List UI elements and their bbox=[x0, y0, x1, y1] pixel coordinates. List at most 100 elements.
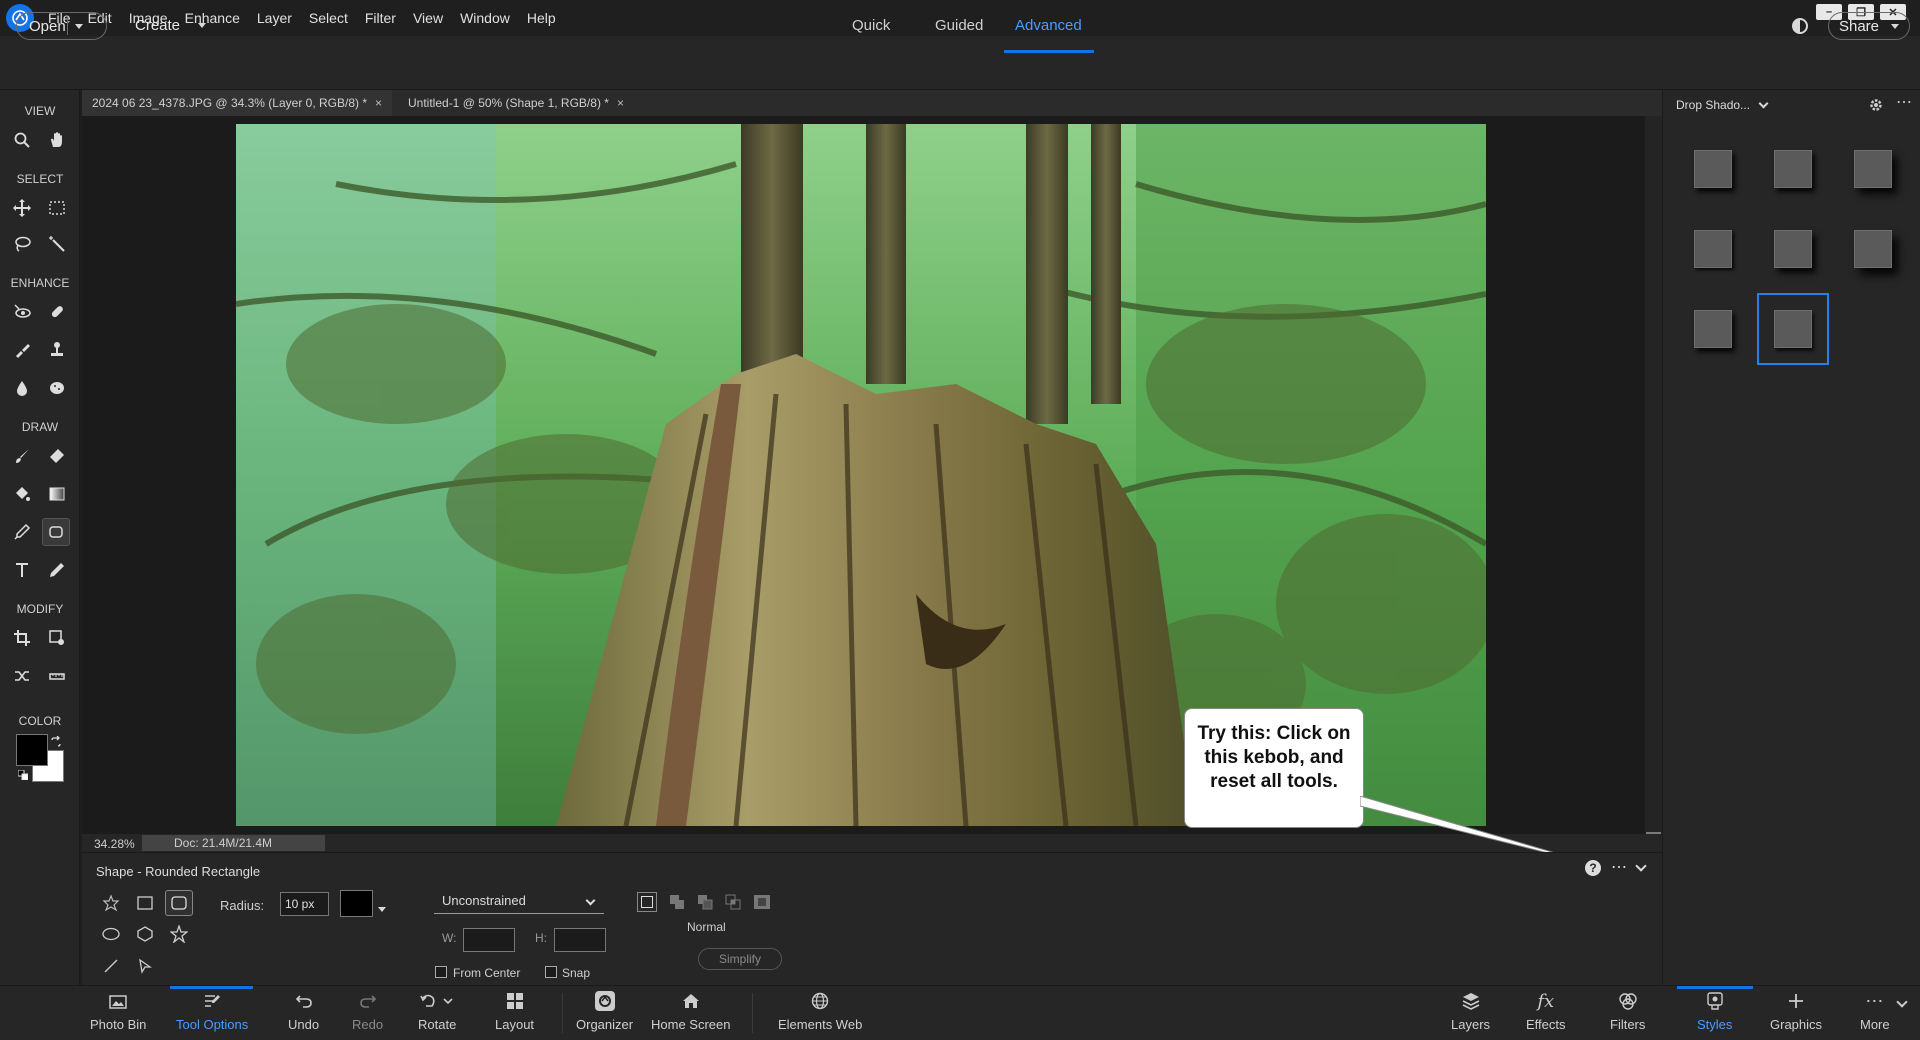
sponge-icon[interactable] bbox=[43, 374, 71, 402]
filters-button[interactable]: Filters bbox=[1610, 990, 1645, 1032]
shape-selection-icon[interactable] bbox=[134, 955, 156, 977]
paint-bucket-icon[interactable] bbox=[8, 480, 36, 508]
create-button[interactable]: Create bbox=[135, 17, 207, 34]
move-icon[interactable] bbox=[8, 194, 36, 222]
add-shape-icon[interactable] bbox=[669, 894, 685, 910]
home-screen-button[interactable]: Home Screen bbox=[651, 990, 730, 1032]
layout-button[interactable]: Layout bbox=[495, 990, 534, 1032]
marquee-icon[interactable] bbox=[43, 194, 71, 222]
redo-button[interactable]: Redo bbox=[352, 990, 383, 1032]
menu-view[interactable]: View bbox=[413, 10, 443, 26]
new-shape-layer-icon[interactable] bbox=[637, 892, 657, 912]
menu-help[interactable]: Help bbox=[527, 10, 556, 26]
zoom-readout[interactable]: 34.28% bbox=[94, 837, 135, 851]
swap-colors-icon[interactable] bbox=[50, 736, 62, 748]
star-shape-icon[interactable] bbox=[168, 923, 190, 945]
shape-tool-icon[interactable] bbox=[42, 518, 70, 546]
radius-input[interactable]: 10 px bbox=[280, 892, 329, 916]
simplify-button[interactable]: Simplify bbox=[698, 948, 782, 970]
panel-menu-icon[interactable]: ⋯ bbox=[1896, 95, 1912, 111]
close-icon[interactable]: × bbox=[617, 96, 624, 110]
blur-icon[interactable] bbox=[8, 374, 36, 402]
kebab-menu-icon[interactable]: ⋯ bbox=[1611, 860, 1627, 876]
elements-web-button[interactable]: Elements Web bbox=[778, 990, 862, 1032]
tool-options-button[interactable]: Tool Options bbox=[176, 990, 248, 1032]
chevron-down-icon[interactable] bbox=[378, 907, 386, 912]
spot-healing-icon[interactable] bbox=[43, 298, 71, 326]
undo-button[interactable]: Undo bbox=[288, 990, 319, 1032]
menu-filter[interactable]: Filter bbox=[365, 10, 396, 26]
share-button[interactable]: Share bbox=[1828, 12, 1910, 40]
style-category-dropdown[interactable]: Drop Shado... bbox=[1676, 98, 1769, 112]
style-swatch[interactable] bbox=[1758, 134, 1828, 204]
menu-layer[interactable]: Layer bbox=[257, 10, 292, 26]
help-icon[interactable]: ? bbox=[1585, 860, 1601, 876]
tab-quick[interactable]: Quick bbox=[852, 17, 890, 34]
style-swatch-selected[interactable] bbox=[1757, 293, 1829, 365]
magic-wand-icon[interactable] bbox=[43, 230, 71, 258]
rounded-rectangle-shape-icon[interactable] bbox=[165, 890, 193, 916]
styles-button[interactable]: Styles bbox=[1697, 990, 1732, 1032]
style-swatch[interactable] bbox=[1678, 294, 1748, 364]
close-icon[interactable]: × bbox=[375, 96, 382, 110]
style-swatch[interactable] bbox=[1838, 134, 1908, 204]
menu-select[interactable]: Select bbox=[309, 10, 348, 26]
straighten-icon[interactable] bbox=[43, 662, 71, 690]
line-shape-icon[interactable] bbox=[100, 955, 122, 977]
ellipse-shape-icon[interactable] bbox=[100, 923, 122, 945]
rectangle-shape-icon[interactable] bbox=[134, 892, 156, 914]
shape-color-swatch[interactable] bbox=[340, 890, 373, 917]
eraser-icon[interactable] bbox=[43, 442, 71, 470]
gradient-icon[interactable] bbox=[43, 480, 71, 508]
collapse-chevron-icon[interactable] bbox=[1635, 860, 1647, 872]
polygon-shape-icon[interactable] bbox=[134, 923, 156, 945]
hand-icon[interactable] bbox=[43, 126, 71, 154]
intersect-shape-icon[interactable] bbox=[725, 894, 741, 910]
style-swatch[interactable] bbox=[1758, 214, 1828, 284]
style-swatch[interactable] bbox=[1838, 214, 1908, 284]
foreground-color-swatch[interactable] bbox=[16, 734, 48, 766]
zoom-icon[interactable] bbox=[8, 126, 36, 154]
rotate-button[interactable]: Rotate bbox=[418, 990, 456, 1032]
tab-guided[interactable]: Guided bbox=[935, 17, 983, 34]
document-tab[interactable]: Untitled-1 @ 50% (Shape 1, RGB/8) * × bbox=[398, 90, 626, 116]
open-button[interactable]: Open bbox=[16, 12, 107, 40]
layers-button[interactable]: Layers bbox=[1451, 990, 1490, 1032]
clone-stamp-icon[interactable] bbox=[43, 336, 71, 364]
tab-advanced[interactable]: Advanced bbox=[1015, 17, 1082, 34]
graphics-button[interactable]: Graphics bbox=[1770, 990, 1822, 1032]
eyedropper-icon[interactable] bbox=[8, 518, 36, 546]
theme-toggle-icon[interactable] bbox=[1792, 18, 1808, 34]
subtract-shape-icon[interactable] bbox=[697, 894, 713, 910]
geometry-constraint-select[interactable]: Unconstrained bbox=[434, 890, 604, 914]
brush-icon[interactable] bbox=[8, 442, 36, 470]
type-icon[interactable] bbox=[8, 556, 36, 584]
photo-bin-button[interactable]: Photo Bin bbox=[90, 990, 146, 1032]
style-swatch[interactable] bbox=[1678, 214, 1748, 284]
doc-size-readout[interactable]: Doc: 21.4M/21.4M bbox=[142, 835, 325, 851]
height-input[interactable] bbox=[554, 928, 606, 952]
content-aware-move-icon[interactable] bbox=[8, 662, 36, 690]
blend-mode-label: Normal bbox=[687, 920, 726, 934]
exclude-shape-icon[interactable] bbox=[753, 894, 771, 910]
smart-brush-icon[interactable] bbox=[8, 336, 36, 364]
chevron-down-icon[interactable] bbox=[75, 23, 83, 29]
from-center-checkbox[interactable] bbox=[435, 966, 447, 978]
organizer-button[interactable]: Organizer bbox=[576, 990, 633, 1032]
style-swatch[interactable] bbox=[1678, 134, 1748, 204]
menu-window[interactable]: Window bbox=[460, 10, 510, 26]
red-eye-icon[interactable] bbox=[8, 298, 36, 326]
snap-checkbox[interactable] bbox=[545, 966, 557, 978]
crop-icon[interactable] bbox=[8, 624, 36, 652]
custom-shape-icon[interactable] bbox=[100, 892, 122, 914]
recompose-icon[interactable] bbox=[43, 624, 71, 652]
pencil-icon[interactable] bbox=[43, 556, 71, 584]
document-tab[interactable]: 2024 06 23_4378.JPG @ 34.3% (Layer 0, RG… bbox=[82, 90, 392, 116]
effects-button[interactable]: fx Effects bbox=[1526, 990, 1566, 1033]
lasso-icon[interactable] bbox=[8, 230, 36, 258]
gear-icon[interactable] bbox=[1868, 97, 1884, 113]
vertical-scrollbar[interactable] bbox=[1645, 116, 1662, 834]
more-button[interactable]: ⋯ More bbox=[1860, 990, 1890, 1033]
default-colors-icon[interactable] bbox=[18, 770, 28, 780]
width-input[interactable] bbox=[463, 928, 515, 952]
